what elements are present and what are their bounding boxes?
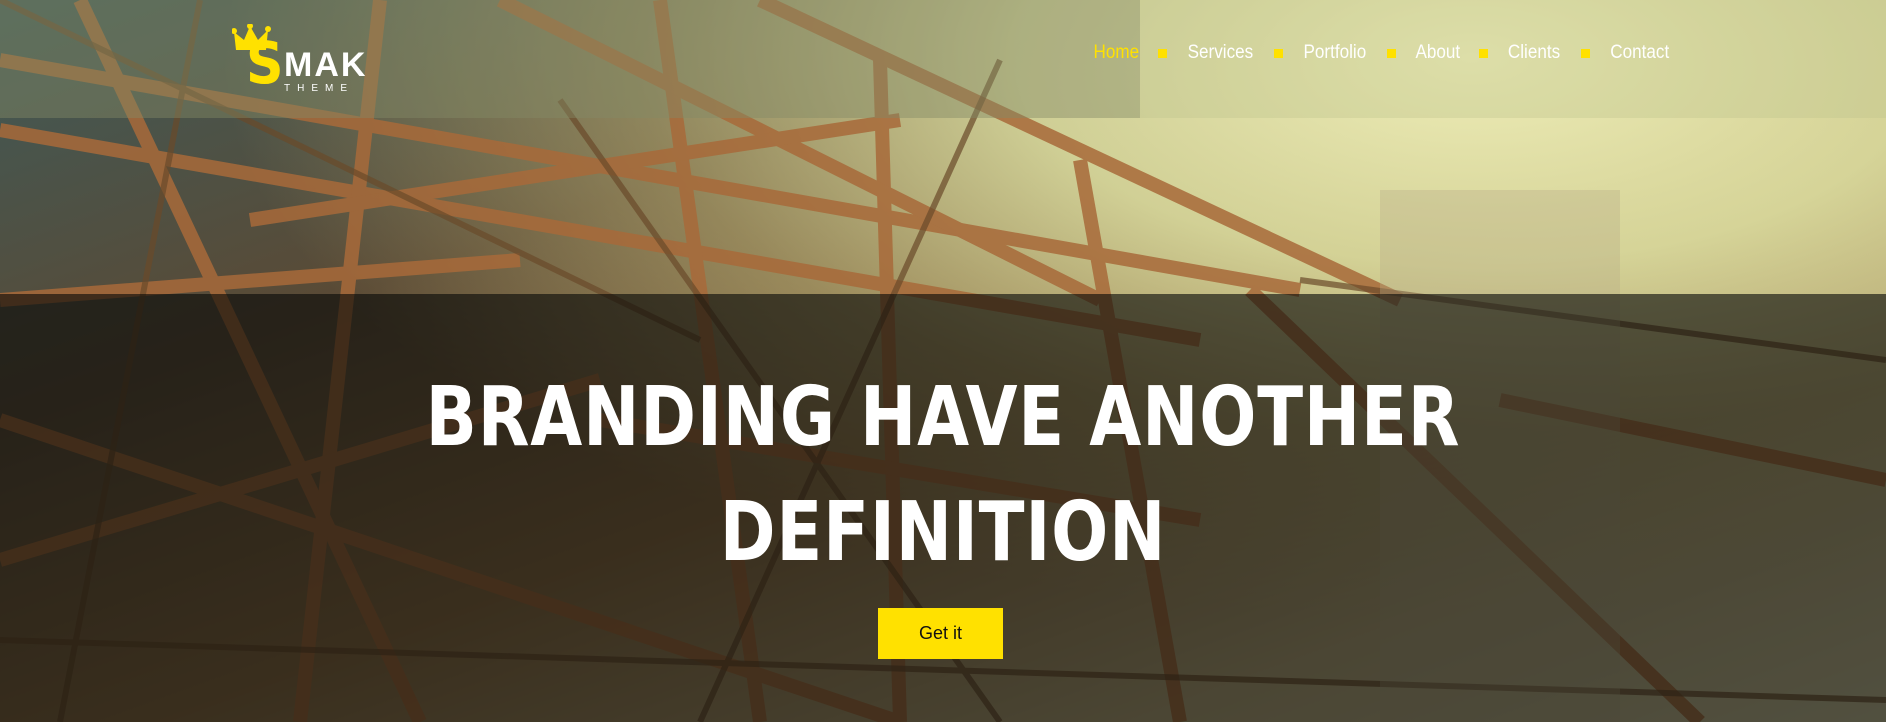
nav-item-services[interactable]: Services <box>1188 42 1254 64</box>
hero-section: S MAK THEME Home Services Portfolio Abou… <box>0 0 1886 722</box>
hero-headline: BRANDING HAVE ANOTHER DEFINITION <box>170 360 1717 590</box>
nav-item-contact[interactable]: Contact <box>1610 42 1669 64</box>
logo-name: MAK <box>284 46 368 84</box>
square-bullet-icon <box>1479 48 1489 58</box>
nav-item-portfolio[interactable]: Portfolio <box>1304 42 1367 64</box>
square-bullet-icon <box>1158 48 1168 58</box>
square-bullet-icon <box>1274 48 1284 58</box>
logo-letter: S <box>246 29 284 97</box>
nav-item-home[interactable]: Home <box>1093 42 1139 64</box>
square-bullet-icon <box>1580 48 1590 58</box>
hero-headline-line-2: DEFINITION <box>719 485 1167 580</box>
logo-tagline: THEME <box>284 83 354 94</box>
site-logo[interactable]: S MAK THEME <box>232 24 365 97</box>
nav-item-about[interactable]: About <box>1415 42 1460 64</box>
nav-item-clients[interactable]: Clients <box>1508 42 1560 64</box>
hero-headline-line-1: BRANDING HAVE ANOTHER <box>425 370 1461 465</box>
square-bullet-icon <box>1386 48 1396 58</box>
get-it-button[interactable]: Get it <box>878 608 1003 659</box>
header-band-shade <box>0 0 1140 118</box>
main-nav: Home Services Portfolio About Clients Co… <box>1091 42 1672 64</box>
